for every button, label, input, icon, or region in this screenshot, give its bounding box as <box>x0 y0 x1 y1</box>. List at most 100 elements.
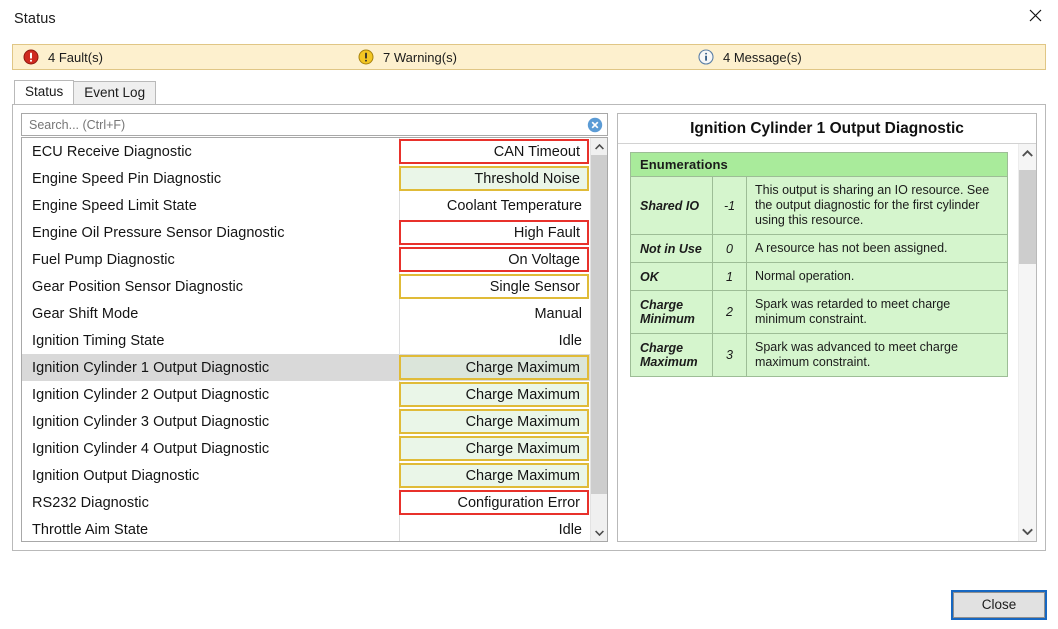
fault-count-cell[interactable]: 4 Fault(s) <box>13 45 358 69</box>
chevron-up-icon[interactable] <box>591 138 607 155</box>
status-list-item[interactable]: Throttle Aim StateIdle <box>22 516 590 542</box>
enumeration-label: Charge Maximum <box>631 334 713 377</box>
search-input[interactable] <box>22 114 607 135</box>
status-item-name: Ignition Cylinder 4 Output Diagnostic <box>22 435 399 462</box>
enumeration-row: Charge Minimum2Spark was retarded to mee… <box>631 291 1008 334</box>
message-count-label: 4 Message(s) <box>723 50 802 65</box>
scrollbar-thumb[interactable] <box>1019 170 1036 263</box>
info-circle-icon <box>698 49 714 65</box>
status-item-value: Coolant Temperature <box>399 193 589 218</box>
detail-scrollbar[interactable] <box>1018 144 1036 541</box>
enumeration-label: Not in Use <box>631 235 713 263</box>
summary-bar-wrapper: 4 Fault(s) 7 Warning(s) <box>0 39 1058 70</box>
status-list-item[interactable]: Ignition Timing StateIdle <box>22 327 590 354</box>
tab-event-log[interactable]: Event Log <box>73 81 156 104</box>
close-icon[interactable] <box>1012 0 1058 31</box>
status-item-value: Configuration Error <box>399 490 589 515</box>
detail-panel-body: Enumerations Shared IO-1This output is s… <box>618 144 1036 541</box>
status-list-item[interactable]: Engine Speed Pin DiagnosticThreshold Noi… <box>22 165 590 192</box>
enumeration-label: Shared IO <box>631 177 713 235</box>
enumeration-row: Charge Maximum3Spark was advanced to mee… <box>631 334 1008 377</box>
status-list-item[interactable]: Engine Speed Limit StateCoolant Temperat… <box>22 192 590 219</box>
detail-scroll-content: Enumerations Shared IO-1This output is s… <box>618 144 1018 541</box>
status-item-value: CAN Timeout <box>399 139 589 164</box>
status-item-name: Gear Position Sensor Diagnostic <box>22 273 399 300</box>
status-item-value: High Fault <box>399 220 589 245</box>
status-list-rows: ECU Receive DiagnosticCAN TimeoutEngine … <box>22 138 590 541</box>
status-item-name: Ignition Cylinder 2 Output Diagnostic <box>22 381 399 408</box>
enumeration-value: 0 <box>713 235 747 263</box>
status-item-name: RS232 Diagnostic <box>22 489 399 516</box>
status-list-item[interactable]: ECU Receive DiagnosticCAN Timeout <box>22 138 590 165</box>
status-list-item[interactable]: Gear Shift ModeManual <box>22 300 590 327</box>
status-item-value: Charge Maximum <box>399 463 589 488</box>
detail-panel: Ignition Cylinder 1 Output Diagnostic En… <box>617 113 1037 542</box>
tab-status[interactable]: Status <box>14 80 74 104</box>
message-count-cell[interactable]: 4 Message(s) <box>698 45 802 69</box>
status-item-name: Throttle Aim State <box>22 516 399 542</box>
enumeration-value: 3 <box>713 334 747 377</box>
status-item-name: Gear Shift Mode <box>22 300 399 327</box>
status-list-scrollbar[interactable] <box>590 138 607 541</box>
tab-strip: Status Event Log <box>14 81 1058 104</box>
scrollbar-thumb[interactable] <box>591 155 607 494</box>
window-title: Status <box>0 0 56 27</box>
search-box[interactable] <box>21 113 608 136</box>
status-item-value: Charge Maximum <box>399 409 589 434</box>
status-list-item[interactable]: Ignition Output DiagnosticCharge Maximum <box>22 462 590 489</box>
status-item-name: Ignition Cylinder 1 Output Diagnostic <box>22 354 399 381</box>
status-list-item[interactable]: Ignition Cylinder 3 Output DiagnosticCha… <box>22 408 590 435</box>
status-list-item[interactable]: Fuel Pump DiagnosticOn Voltage <box>22 246 590 273</box>
chevron-up-icon[interactable] <box>1019 144 1036 163</box>
enumeration-value: 1 <box>713 263 747 291</box>
status-item-value: Charge Maximum <box>399 355 589 380</box>
status-list[interactable]: ECU Receive DiagnosticCAN TimeoutEngine … <box>21 137 608 542</box>
window-titlebar: Status <box>0 0 1058 39</box>
status-summary-bar: 4 Fault(s) 7 Warning(s) <box>12 44 1046 70</box>
status-item-value: Charge Maximum <box>399 436 589 461</box>
error-circle-icon <box>23 49 39 65</box>
status-list-item[interactable]: Ignition Cylinder 1 Output DiagnosticCha… <box>22 354 590 381</box>
status-list-item[interactable]: Gear Position Sensor DiagnosticSingle Se… <box>22 273 590 300</box>
status-list-item[interactable]: Engine Oil Pressure Sensor DiagnosticHig… <box>22 219 590 246</box>
enumeration-description: Spark was retarded to meet charge minimu… <box>747 291 1008 334</box>
status-list-item[interactable]: Ignition Cylinder 4 Output DiagnosticCha… <box>22 435 590 462</box>
clear-circle-icon[interactable] <box>587 117 603 133</box>
enumeration-description: Spark was advanced to meet charge maximu… <box>747 334 1008 377</box>
warning-count-cell[interactable]: 7 Warning(s) <box>358 45 698 69</box>
status-item-name: Fuel Pump Diagnostic <box>22 246 399 273</box>
enumeration-label: Charge Minimum <box>631 291 713 334</box>
status-list-item[interactable]: RS232 DiagnosticConfiguration Error <box>22 489 590 516</box>
warning-count-label: 7 Warning(s) <box>383 50 457 65</box>
dialog-body: ECU Receive DiagnosticCAN TimeoutEngine … <box>0 104 1058 580</box>
enumeration-value: -1 <box>713 177 747 235</box>
fault-count-label: 4 Fault(s) <box>48 50 103 65</box>
chevron-down-icon[interactable] <box>591 524 607 541</box>
status-item-value: Manual <box>399 301 589 326</box>
chevron-down-icon[interactable] <box>1019 522 1036 541</box>
enumerations-table-body: Shared IO-1This output is sharing an IO … <box>631 177 1008 377</box>
enumeration-description: This output is sharing an IO resource. S… <box>747 177 1008 235</box>
scrollbar-track[interactable] <box>1019 163 1036 522</box>
status-item-value: Threshold Noise <box>399 166 589 191</box>
status-item-value: Charge Maximum <box>399 382 589 407</box>
tab-content-panel: ECU Receive DiagnosticCAN TimeoutEngine … <box>12 104 1046 551</box>
status-item-name: Engine Speed Limit State <box>22 192 399 219</box>
status-item-value: Idle <box>399 328 589 353</box>
status-item-name: Ignition Timing State <box>22 327 399 354</box>
status-dialog: Status 4 Fault(s) <box>0 0 1058 629</box>
status-item-name: Engine Speed Pin Diagnostic <box>22 165 399 192</box>
enumeration-description: Normal operation. <box>747 263 1008 291</box>
close-button[interactable]: Close <box>953 592 1045 618</box>
enumeration-row: OK1Normal operation. <box>631 263 1008 291</box>
status-item-name: Engine Oil Pressure Sensor Diagnostic <box>22 219 399 246</box>
status-item-name: Ignition Output Diagnostic <box>22 462 399 489</box>
enumerations-table-header-row: Enumerations <box>631 153 1008 177</box>
status-list-item[interactable]: Ignition Cylinder 2 Output DiagnosticCha… <box>22 381 590 408</box>
status-item-value: On Voltage <box>399 247 589 272</box>
status-list-panel: ECU Receive DiagnosticCAN TimeoutEngine … <box>21 113 608 542</box>
scrollbar-track[interactable] <box>591 155 607 524</box>
status-item-value: Idle <box>399 517 589 542</box>
status-item-name: ECU Receive Diagnostic <box>22 138 399 165</box>
detail-panel-title: Ignition Cylinder 1 Output Diagnostic <box>618 114 1036 144</box>
